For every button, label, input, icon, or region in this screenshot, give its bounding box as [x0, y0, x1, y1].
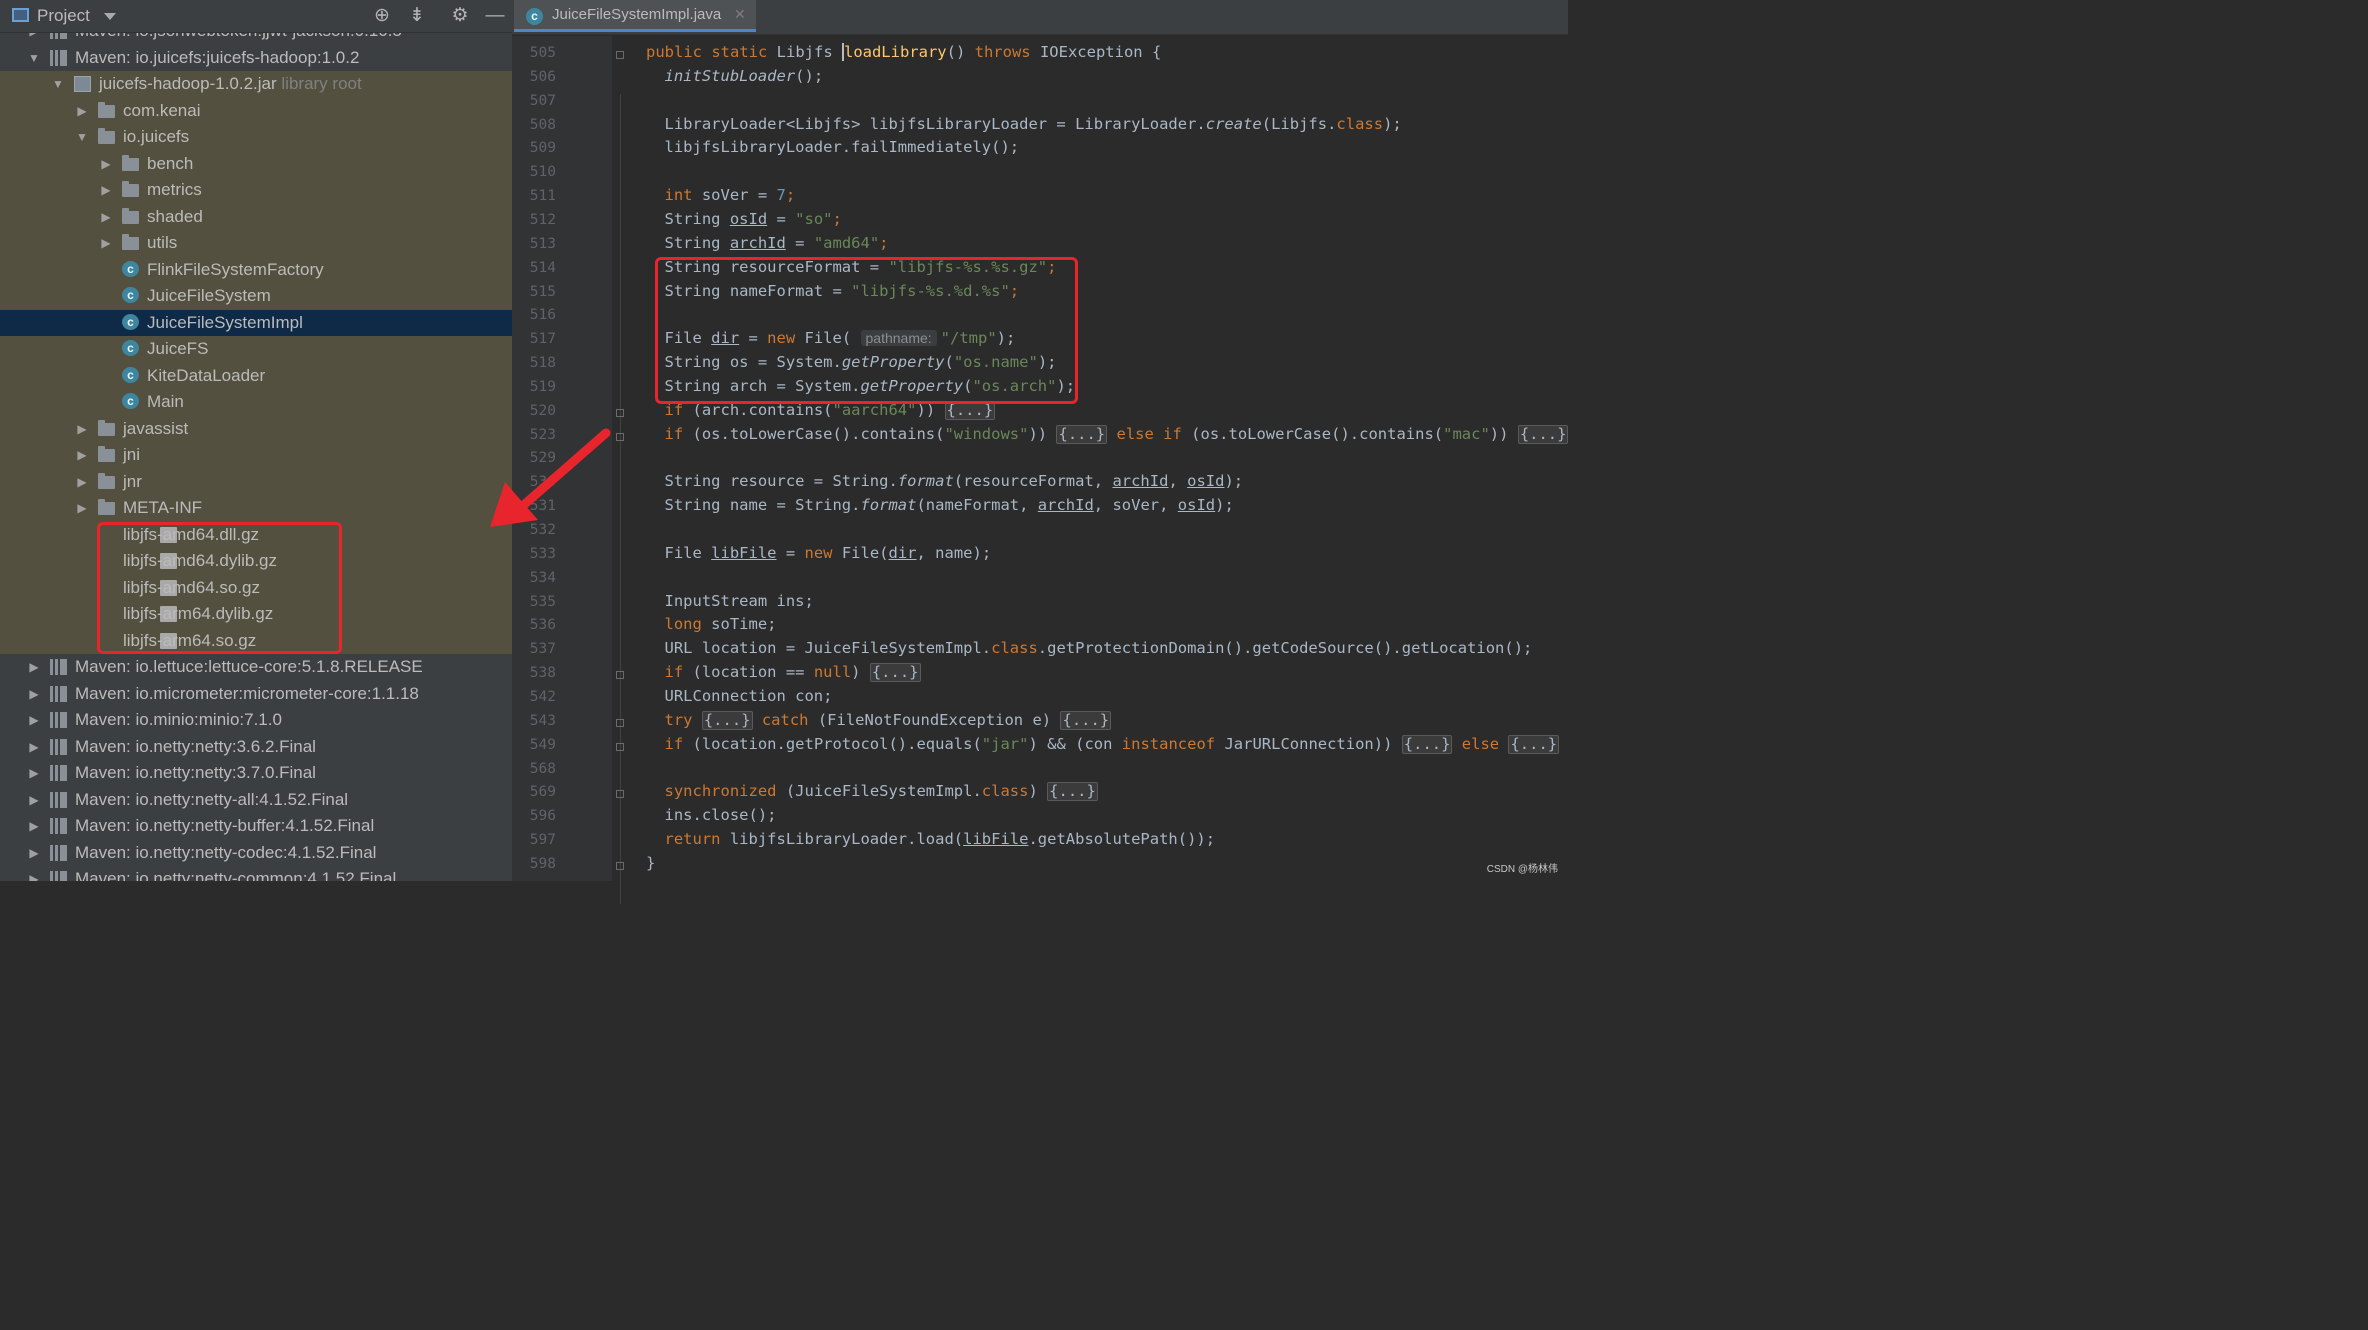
watermark: CSDN @杨林伟	[1486, 864, 1558, 875]
annotation-arrow	[490, 428, 611, 527]
arrow-shaft	[513, 428, 611, 515]
ide-window: Project ⊕ ⇟ ⚙ — ▶Maven: io.jsonwebtoken:…	[0, 0, 1569, 904]
